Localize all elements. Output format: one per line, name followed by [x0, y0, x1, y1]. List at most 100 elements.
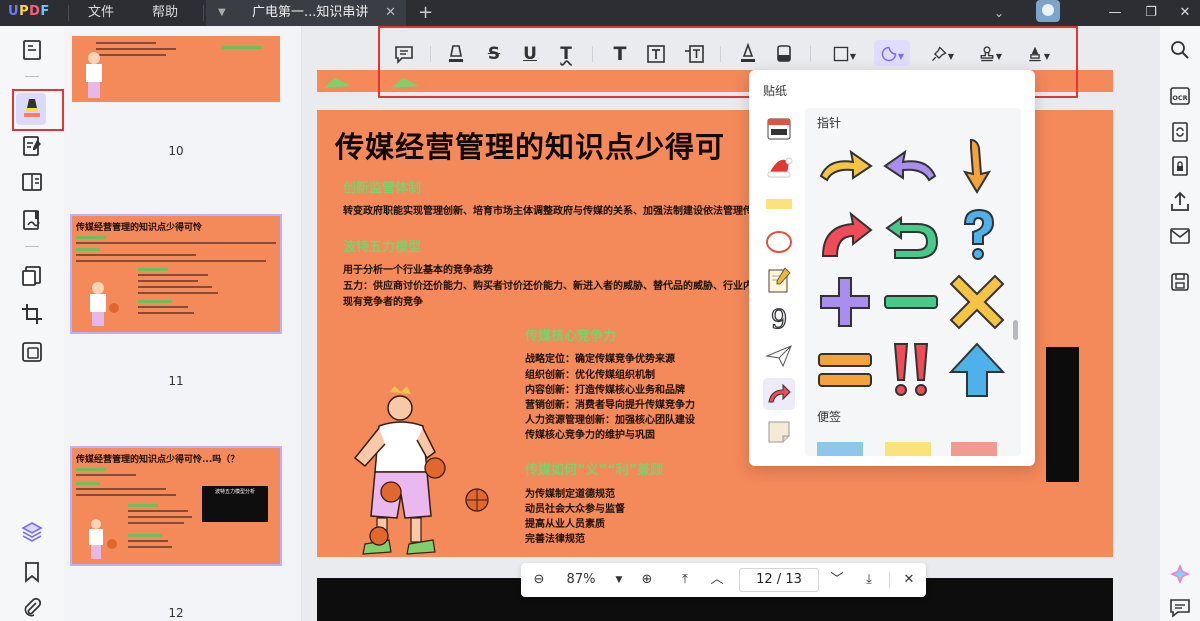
list-item: 为传媒制定道德规范: [525, 489, 615, 500]
reader-mode-icon[interactable]: [20, 38, 44, 62]
attachment-icon[interactable]: [20, 596, 44, 620]
bookmark-icon[interactable]: [20, 560, 44, 584]
sticky-note-blue[interactable]: [817, 442, 863, 456]
sticker-arrow-return[interactable]: [881, 204, 941, 264]
edit-pdf-icon[interactable]: [20, 134, 44, 158]
list-item: 内容创新：打造传媒核心业务和品牌: [525, 385, 685, 396]
sticker-category-tape[interactable]: [763, 188, 795, 220]
menu-file[interactable]: 文件: [88, 0, 114, 26]
zoom-out-icon[interactable]: ⊖: [529, 563, 549, 597]
sticker-category-calendar[interactable]: [763, 112, 795, 144]
thumbnail-black-box: 波特五力模型分析: [202, 486, 268, 522]
sticker-section-heading: 指针: [817, 116, 842, 130]
sticker-scrollbar[interactable]: [1013, 320, 1018, 340]
thumbnail-page-10[interactable]: [72, 36, 280, 102]
underline-icon[interactable]: U: [518, 42, 542, 66]
zoom-in-icon[interactable]: ⊕: [637, 563, 657, 597]
highlight-icon[interactable]: [444, 42, 468, 66]
page-number-field[interactable]: 12 / 13: [739, 568, 819, 592]
prepare-form-icon[interactable]: [20, 170, 44, 194]
text-callout-icon[interactable]: [682, 42, 706, 66]
last-page-icon[interactable]: ⤓: [859, 563, 879, 597]
shapes-icon[interactable]: ▼: [826, 42, 862, 66]
sticker-plus[interactable]: [815, 272, 875, 332]
title-divider: [68, 5, 69, 21]
ai-assistant-icon[interactable]: [1168, 562, 1192, 586]
section-heading: 传媒如何“义”“利”兼顾: [525, 463, 664, 478]
document-tab[interactable]: ▼ 广电第一...知识串讲 ✕: [206, 0, 406, 26]
thumbnail-page-11[interactable]: 传媒经营管理的知识点少得可怜: [70, 214, 282, 334]
tab-list-chevron-icon[interactable]: ⌄: [994, 0, 1004, 26]
comment-list-icon[interactable]: [1168, 596, 1192, 620]
note-icon[interactable]: [392, 42, 416, 66]
previous-page-icon[interactable]: ︿: [707, 563, 727, 597]
sticker-category-circle[interactable]: [763, 226, 795, 258]
thumbnail-number: 10: [168, 144, 184, 158]
sticker-minus[interactable]: [881, 272, 941, 332]
pencil-icon[interactable]: [736, 42, 760, 66]
eraser-icon[interactable]: [772, 42, 796, 66]
organize-pages-icon[interactable]: [20, 264, 44, 288]
sticky-note-yellow[interactable]: [885, 442, 931, 456]
close-zoom-bar-icon[interactable]: ✕: [899, 563, 919, 597]
sticker-double-exclamation[interactable]: [881, 340, 941, 400]
sticker-arrow-up[interactable]: [947, 340, 1007, 400]
comment-tool-highlight-box: [12, 89, 64, 131]
close-window-icon[interactable]: ✕: [1170, 0, 1200, 26]
layers-icon[interactable]: [20, 520, 44, 544]
text-box-icon[interactable]: [644, 42, 668, 66]
thumbnail-panel: 10 传媒经营管理的知识点少得可怜 11 传媒经营管理的知识点少得可怜...吗（…: [64, 26, 302, 621]
sticky-note-red[interactable]: [951, 442, 997, 456]
ocr-icon[interactable]: OCR: [1168, 84, 1192, 108]
thumbnail-title: 传媒经营管理的知识点少得可怜...吗（？: [76, 455, 240, 465]
fill-sign-icon[interactable]: [20, 208, 44, 232]
page-tools-icon[interactable]: [20, 340, 44, 364]
svg-text:OCR: OCR: [1172, 94, 1187, 102]
section-heading: 创新监管体制: [343, 181, 422, 196]
email-icon[interactable]: [1168, 224, 1192, 248]
crop-pages-icon[interactable]: [20, 302, 44, 326]
sticker-category-number[interactable]: 9: [763, 302, 795, 335]
signature-icon[interactable]: ▼: [1020, 42, 1056, 66]
strikethrough-icon[interactable]: S: [482, 42, 506, 66]
sticker-arrow-right[interactable]: [815, 136, 875, 196]
zoom-dropdown-icon[interactable]: ▼: [611, 563, 627, 597]
tab-dropdown-icon[interactable]: ▼: [218, 0, 226, 26]
save-icon[interactable]: [1168, 270, 1192, 294]
sticker-question-mark[interactable]: [947, 204, 1007, 264]
sticker-category-christmas-hat[interactable]: [763, 150, 795, 182]
tab-close-icon[interactable]: ✕: [385, 0, 396, 26]
menu-help[interactable]: 帮助: [152, 0, 178, 26]
stamp-icon[interactable]: ▼: [972, 42, 1008, 66]
restore-icon[interactable]: ❐: [1136, 0, 1166, 26]
text-icon[interactable]: T: [608, 42, 632, 66]
squiggly-underline-icon[interactable]: T: [554, 42, 578, 66]
sticker-category-paper-plane[interactable]: [763, 340, 795, 372]
convert-icon[interactable]: [1168, 120, 1192, 144]
first-page-icon[interactable]: ⤒: [675, 563, 695, 597]
sticker-arrow-left[interactable]: [881, 136, 941, 196]
pin-icon[interactable]: ▼: [924, 42, 960, 66]
section-text: 五力：供应商讨价还价能力、购买者讨价还价能力、新进入者的威胁、替代品的威胁、行业…: [343, 281, 753, 292]
list-item: 传媒核心竞争力的维护与巩固: [525, 430, 655, 441]
sticker-category-notepad[interactable]: [763, 264, 795, 296]
next-page-icon[interactable]: ﹀: [827, 563, 847, 597]
minimize-icon[interactable]: —: [1100, 0, 1130, 26]
protect-icon[interactable]: [1168, 154, 1192, 178]
sticker-arrow-curved[interactable]: [815, 204, 875, 264]
sticker-category-arrows[interactable]: [763, 378, 795, 410]
list-item: 人力资源管理创新：加强核心团队建设: [525, 415, 695, 426]
rail-divider: [25, 246, 39, 247]
sticker-cross[interactable]: [947, 272, 1007, 332]
thumbnail-page-12[interactable]: 传媒经营管理的知识点少得可怜...吗（？ 波特五力模型分析: [70, 446, 282, 566]
sticker-category-sticky-note[interactable]: [763, 416, 795, 448]
search-icon[interactable]: [1168, 38, 1192, 62]
new-tab-icon[interactable]: +: [418, 0, 433, 26]
user-avatar[interactable]: [1036, 0, 1060, 22]
zoom-level[interactable]: 87%: [561, 563, 601, 597]
sticker-equals[interactable]: [815, 340, 875, 400]
toolbar-divider: [810, 46, 811, 62]
sticker-icon[interactable]: ▼: [874, 42, 910, 66]
share-icon[interactable]: [1168, 190, 1192, 214]
sticker-arrow-down[interactable]: [947, 136, 1007, 196]
